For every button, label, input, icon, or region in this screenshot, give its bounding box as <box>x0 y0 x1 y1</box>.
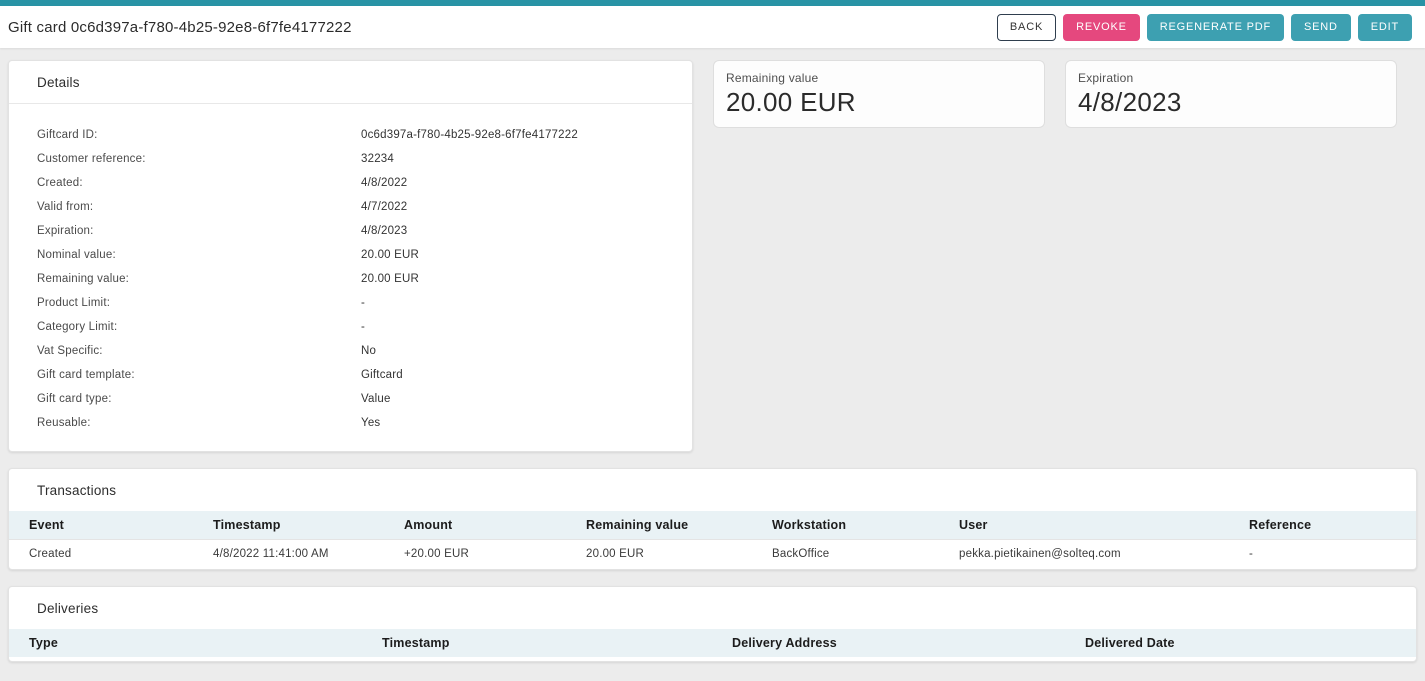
detail-label: Gift card template: <box>37 369 361 381</box>
detail-value: 4/8/2023 <box>361 225 664 237</box>
transactions-panel-title: Transactions <box>9 469 1416 511</box>
details-panel: Details Giftcard ID: 0c6d397a-f780-4b25-… <box>8 60 693 452</box>
detail-label: Product Limit: <box>37 297 361 309</box>
expiration-card: Expiration 4/8/2023 <box>1065 60 1397 128</box>
page-title: Gift card 0c6d397a-f780-4b25-92e8-6f7fe4… <box>8 19 352 36</box>
detail-label: Created: <box>37 177 361 189</box>
detail-row-expiration: Expiration: 4/8/2023 <box>37 219 664 243</box>
column-header-delivered-date: Delivered Date <box>1065 629 1416 657</box>
column-header-workstation: Workstation <box>752 511 939 539</box>
detail-row-gift-card-type: Gift card type: Value <box>37 387 664 411</box>
column-header-event: Event <box>9 511 193 539</box>
detail-row-vat-specific: Vat Specific: No <box>37 339 664 363</box>
detail-label: Remaining value: <box>37 273 361 285</box>
detail-value: No <box>361 345 664 357</box>
detail-value: Value <box>361 393 664 405</box>
detail-value: 4/8/2022 <box>361 177 664 189</box>
send-button[interactable]: SEND <box>1291 14 1351 41</box>
top-section: Details Giftcard ID: 0c6d397a-f780-4b25-… <box>8 60 1417 452</box>
column-header-timestamp: Timestamp <box>193 511 384 539</box>
detail-value: Yes <box>361 417 664 429</box>
remaining-value-card: Remaining value 20.00 EUR <box>713 60 1045 128</box>
column-header-delivery-address: Delivery Address <box>712 629 1065 657</box>
column-header-timestamp: Timestamp <box>362 629 712 657</box>
detail-label: Customer reference: <box>37 153 361 165</box>
card-label: Expiration <box>1078 71 1384 85</box>
header-actions: BACK REVOKE REGENERATE PDF SEND EDIT <box>997 14 1412 41</box>
detail-row-nominal-value: Nominal value: 20.00 EUR <box>37 243 664 267</box>
cell-amount: +20.00 EUR <box>384 539 566 569</box>
details-body: Giftcard ID: 0c6d397a-f780-4b25-92e8-6f7… <box>9 104 692 451</box>
detail-row-product-limit: Product Limit: - <box>37 291 664 315</box>
column-header-type: Type <box>9 629 362 657</box>
detail-value: Giftcard <box>361 369 664 381</box>
column-header-reference: Reference <box>1229 511 1416 539</box>
deliveries-panel: Deliveries Type Timestamp Delivery Addre… <box>8 586 1417 662</box>
deliveries-header-row: Type Timestamp Delivery Address Delivere… <box>9 629 1416 657</box>
cell-event: Created <box>9 539 193 569</box>
detail-label: Vat Specific: <box>37 345 361 357</box>
back-button[interactable]: BACK <box>997 14 1056 41</box>
regenerate-pdf-button[interactable]: REGENERATE PDF <box>1147 14 1284 41</box>
transactions-panel: Transactions Event Timestamp Amount Rema… <box>8 468 1417 570</box>
card-value: 4/8/2023 <box>1078 87 1384 118</box>
detail-row-valid-from: Valid from: 4/7/2022 <box>37 195 664 219</box>
details-panel-title: Details <box>9 61 692 104</box>
transactions-header-row: Event Timestamp Amount Remaining value W… <box>9 511 1416 539</box>
detail-value: 32234 <box>361 153 664 165</box>
revoke-button[interactable]: REVOKE <box>1063 14 1140 41</box>
detail-label: Gift card type: <box>37 393 361 405</box>
detail-value: 0c6d397a-f780-4b25-92e8-6f7fe4177222 <box>361 129 664 141</box>
detail-label: Category Limit: <box>37 321 361 333</box>
deliveries-table: Type Timestamp Delivery Address Delivere… <box>9 629 1416 657</box>
main-content: Details Giftcard ID: 0c6d397a-f780-4b25-… <box>0 48 1425 662</box>
detail-label: Reusable: <box>37 417 361 429</box>
summary-cards-area: Remaining value 20.00 EUR Expiration 4/8… <box>713 60 1417 452</box>
edit-button[interactable]: EDIT <box>1358 14 1412 41</box>
detail-label: Giftcard ID: <box>37 129 361 141</box>
detail-row-reusable: Reusable: Yes <box>37 411 664 435</box>
header-bar: Gift card 0c6d397a-f780-4b25-92e8-6f7fe4… <box>0 6 1425 48</box>
detail-row-created: Created: 4/8/2022 <box>37 171 664 195</box>
detail-value: 4/7/2022 <box>361 201 664 213</box>
detail-row-category-limit: Category Limit: - <box>37 315 664 339</box>
cell-remaining-value: 20.00 EUR <box>566 539 752 569</box>
column-header-amount: Amount <box>384 511 566 539</box>
detail-label: Valid from: <box>37 201 361 213</box>
table-row: Created 4/8/2022 11:41:00 AM +20.00 EUR … <box>9 539 1416 569</box>
detail-value: - <box>361 321 664 333</box>
cell-workstation: BackOffice <box>752 539 939 569</box>
detail-row-giftcard-id: Giftcard ID: 0c6d397a-f780-4b25-92e8-6f7… <box>37 123 664 147</box>
detail-row-customer-reference: Customer reference: 32234 <box>37 147 664 171</box>
column-header-user: User <box>939 511 1229 539</box>
detail-label: Nominal value: <box>37 249 361 261</box>
cell-reference: - <box>1229 539 1416 569</box>
deliveries-panel-title: Deliveries <box>9 587 1416 629</box>
detail-label: Expiration: <box>37 225 361 237</box>
detail-row-gift-card-template: Gift card template: Giftcard <box>37 363 664 387</box>
card-label: Remaining value <box>726 71 1032 85</box>
cell-user: pekka.pietikainen@solteq.com <box>939 539 1229 569</box>
detail-row-remaining-value: Remaining value: 20.00 EUR <box>37 267 664 291</box>
card-value: 20.00 EUR <box>726 87 1032 118</box>
detail-value: 20.00 EUR <box>361 273 664 285</box>
deliveries-empty-body <box>9 657 1416 661</box>
cell-timestamp: 4/8/2022 11:41:00 AM <box>193 539 384 569</box>
transactions-table: Event Timestamp Amount Remaining value W… <box>9 511 1416 569</box>
detail-value: 20.00 EUR <box>361 249 664 261</box>
column-header-remaining-value: Remaining value <box>566 511 752 539</box>
detail-value: - <box>361 297 664 309</box>
